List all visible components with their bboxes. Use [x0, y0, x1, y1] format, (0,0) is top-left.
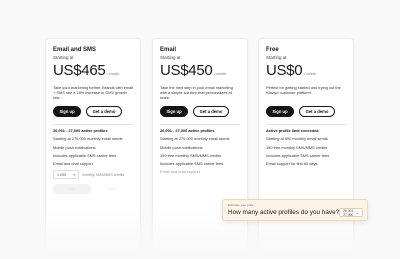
get-demo-button[interactable]: Get a demo	[299, 106, 335, 117]
feature-item: 150 free monthly SMS/MMS credits	[266, 144, 328, 150]
feature-item: Email support for first 60 days	[266, 161, 318, 167]
plan-description: Perfect for getting started and trying o…	[266, 85, 341, 96]
chevron-down-icon: ▾	[73, 172, 75, 177]
feature-list: 26,001 - 27,000 active profiles Starting…	[160, 128, 240, 175]
feature-item: Starting at 270,000 monthly email sends	[160, 136, 230, 142]
feature-item: Includes applicable SMS carrier fees	[266, 152, 330, 158]
feature-list: 26,001 - 27,000 active profiles Starting…	[53, 128, 133, 167]
plan-description: Take your marketing further. Brands with…	[53, 85, 134, 101]
plan-card-email-sms: Email and SMS Starting at US$465 / month…	[45, 38, 141, 259]
estimator-caption: Estimate your price	[228, 203, 254, 207]
price-period: / month	[304, 72, 317, 76]
plan-card-free: Free Starting at US$0 / month Perfect fo…	[258, 38, 354, 259]
feature-item: Mobile push notifications	[53, 144, 96, 150]
profiles-select-value: 26,001 - 27,000	[343, 208, 356, 217]
button-row: Sign up Get a demo	[160, 106, 240, 117]
sms-credits-value: 1,250	[57, 172, 66, 177]
sign-up-button[interactable]: Sign up	[53, 106, 81, 117]
estimator-row: How many active profiles do you have? 26…	[228, 208, 363, 217]
chevron-down-icon: ⌄	[355, 210, 359, 215]
starting-label: Starting at	[160, 55, 181, 60]
divider	[160, 124, 240, 125]
sms-credits-select[interactable]: 1,250 ▾	[53, 170, 79, 180]
feature-item: Mobile push notifications	[160, 144, 203, 150]
reset-button[interactable]: Reset	[96, 184, 126, 194]
price-period: / month	[214, 72, 227, 76]
starting-label: Starting at	[266, 55, 287, 60]
divider	[53, 124, 133, 125]
plan-price: US$465	[53, 62, 106, 79]
plan-description: Take the next step in your email marketi…	[160, 85, 233, 101]
price-row: US$0 / month	[266, 62, 346, 78]
feature-item: Email and chat support	[53, 161, 93, 167]
plan-name: Email and SMS	[53, 47, 97, 53]
plan-card-email: Email Starting at US$450 / month Take th…	[152, 38, 248, 259]
starting-label: Starting at	[53, 55, 74, 60]
sms-credits-label: monthly SMS/MMS credits	[82, 172, 125, 177]
price-period: / month	[107, 72, 120, 76]
plan-name: Email	[160, 47, 177, 53]
sign-up-button[interactable]: Sign up	[266, 106, 294, 117]
add-button[interactable]: Add	[53, 184, 91, 195]
ghost-button-row: Add Reset	[53, 184, 133, 195]
plan-name: Free	[266, 47, 279, 53]
plan-price: US$450	[160, 62, 213, 79]
price-row: US$465 / month	[53, 62, 133, 78]
feature-item: Starting at 500 monthly email sends	[266, 136, 328, 142]
feature-item: 26,001 - 27,000 active profiles	[160, 128, 215, 133]
feature-list: Active profile limit exceeded Starting a…	[266, 128, 346, 167]
feature-item: Email and chat support	[160, 169, 200, 175]
feature-item: 26,001 - 27,000 active profiles	[53, 128, 108, 133]
feature-item: Includes applicable SMS carrier fees	[53, 152, 117, 158]
pricing-page: Email and SMS Starting at US$465 / month…	[0, 0, 400, 259]
sms-credits-row: 1,250 ▾ monthly SMS/MMS credits	[53, 170, 133, 180]
estimator-question: How many active profiles do you have?	[228, 209, 340, 216]
button-row: Sign up Get a demo	[53, 106, 133, 117]
button-row: Sign up Get a demo	[266, 106, 346, 117]
get-demo-button[interactable]: Get a demo	[193, 106, 229, 117]
feature-item: Active profile limit exceeded	[266, 128, 319, 133]
price-row: US$450 / month	[160, 62, 240, 78]
divider	[266, 124, 346, 125]
price-estimator: Estimate your price How many active prof…	[222, 199, 368, 221]
get-demo-button[interactable]: Get a demo	[86, 106, 122, 117]
feature-item: Includes applicable SMS carrier fees	[160, 161, 224, 167]
feature-item: Starting at 270,000 monthly email sends	[53, 136, 123, 142]
feature-item: 150 free monthly SMS/MMS credits	[160, 152, 222, 158]
profiles-select[interactable]: 26,001 - 27,000 ⌄	[339, 208, 363, 217]
sign-up-button[interactable]: Sign up	[160, 106, 188, 117]
plan-price: US$0	[266, 62, 303, 79]
